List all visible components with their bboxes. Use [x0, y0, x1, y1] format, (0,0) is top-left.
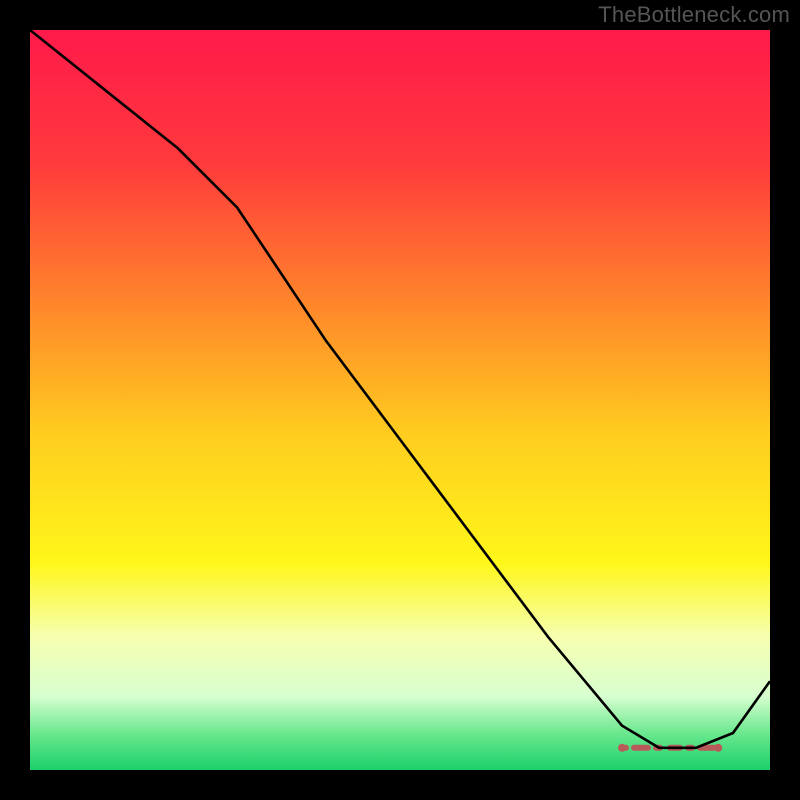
- gradient-background: [30, 30, 770, 770]
- chart-svg: [30, 30, 770, 770]
- watermark-text: TheBottleneck.com: [598, 2, 790, 28]
- plot-area: [30, 30, 770, 770]
- chart-frame: TheBottleneck.com: [0, 0, 800, 800]
